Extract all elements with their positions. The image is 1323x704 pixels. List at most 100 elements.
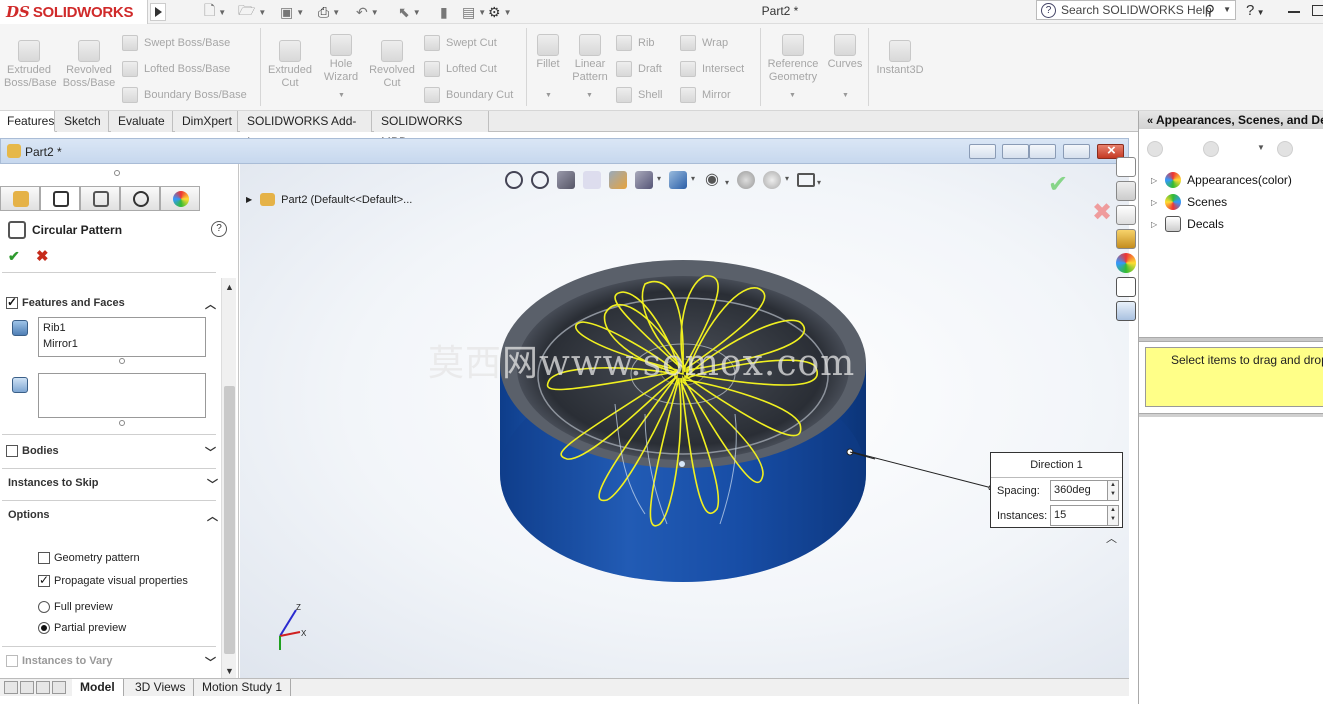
- tab-model[interactable]: Model: [72, 679, 124, 696]
- zoom-to-area-icon[interactable]: [531, 171, 549, 189]
- previous-tab-icon[interactable]: [20, 681, 34, 694]
- view-settings-icon[interactable]: [797, 173, 821, 187]
- menu-expand-arrow-icon[interactable]: [150, 3, 166, 21]
- tree-item-appearances[interactable]: ▷ Appearances(color): [1151, 171, 1292, 189]
- dynamic-annotation-icon[interactable]: [609, 171, 627, 189]
- doc-restore-button[interactable]: [1063, 144, 1090, 159]
- tab-features[interactable]: Features: [0, 111, 55, 132]
- print-icon[interactable]: ⎙ ▼: [318, 2, 340, 22]
- tab-sketch[interactable]: Sketch: [57, 111, 109, 132]
- full-preview-option[interactable]: Full preview: [38, 599, 113, 615]
- linear-pattern-dropdown-icon[interactable]: ▼: [586, 92, 593, 99]
- propagate-visual-option[interactable]: Propagate visual properties: [38, 573, 188, 589]
- ok-button[interactable]: ✔: [8, 248, 20, 265]
- geometry-pattern-checkbox[interactable]: [38, 552, 50, 564]
- features-list[interactable]: Rib1 Mirror1: [38, 317, 206, 357]
- tab-featuremanager[interactable]: [0, 186, 40, 211]
- drag-drop-area[interactable]: Select items to drag and drop: [1145, 347, 1323, 407]
- instances-to-vary-checkbox[interactable]: [6, 655, 18, 667]
- fan-model[interactable]: [495, 254, 875, 594]
- mirror-button[interactable]: Mirror: [680, 86, 731, 104]
- doc-minimize-button[interactable]: [1029, 144, 1056, 159]
- expand-arrow-icon[interactable]: ▷: [1151, 198, 1157, 207]
- full-preview-radio[interactable]: [38, 601, 50, 613]
- reference-geometry-dropdown-icon[interactable]: ▼: [789, 92, 796, 99]
- lofted-cut-button[interactable]: Lofted Cut: [424, 60, 497, 78]
- intersect-button[interactable]: Intersect: [680, 60, 744, 78]
- wrap-button[interactable]: Wrap: [680, 34, 728, 52]
- list-item[interactable]: Rib1: [43, 320, 201, 336]
- reference-geometry-button[interactable]: Reference Geometry: [764, 34, 822, 84]
- tab-propertymanager[interactable]: [40, 186, 80, 211]
- tab-3d-views[interactable]: 3D Views: [127, 679, 195, 696]
- panel-resize-grip[interactable]: [114, 170, 120, 176]
- swept-cut-button[interactable]: Swept Cut: [424, 34, 497, 52]
- scroll-down-icon[interactable]: ▼: [225, 666, 234, 676]
- rebuild-icon[interactable]: ▮: [440, 2, 448, 22]
- revolved-boss-button[interactable]: Revolved Boss/Base: [62, 40, 116, 90]
- geometry-pattern-option[interactable]: Geometry pattern: [38, 550, 140, 566]
- help-icon[interactable]: ?: [211, 221, 227, 237]
- curves-button[interactable]: Curves: [826, 34, 864, 71]
- options-gear-icon[interactable]: ⚙ ▼: [488, 2, 511, 22]
- list-resize-grip[interactable]: [119, 420, 125, 426]
- fillet-dropdown-icon[interactable]: ▼: [545, 92, 552, 99]
- property-manager-scrollbar[interactable]: ▲ ▼: [221, 278, 236, 678]
- propagate-visual-checkbox[interactable]: [38, 573, 50, 587]
- first-tab-icon[interactable]: [4, 681, 18, 694]
- open-document-icon[interactable]: 🗁 ▼: [238, 2, 266, 22]
- maximize-button[interactable]: [1312, 5, 1323, 16]
- hide-show-items-icon[interactable]: ◉: [703, 171, 729, 192]
- features-and-faces-checkbox[interactable]: [6, 295, 18, 309]
- help-search-input[interactable]: ? Search SOLIDWORKS Help ⚲ ▼: [1036, 0, 1236, 20]
- help-button[interactable]: ? ▼: [1246, 2, 1264, 19]
- forum-icon[interactable]: [1116, 301, 1136, 321]
- section-options[interactable]: Options ︿: [8, 505, 218, 525]
- scroll-thumb[interactable]: [224, 386, 235, 654]
- file-properties-icon[interactable]: ▤ ▼: [462, 2, 486, 22]
- list-resize-grip[interactable]: [119, 358, 125, 364]
- undo-icon[interactable]: ↶ ▼: [356, 2, 379, 22]
- spacing-input[interactable]: 360deg: [1050, 480, 1108, 501]
- instances-input[interactable]: 15: [1050, 505, 1108, 526]
- callout-collapse-icon[interactable]: ︿: [1106, 530, 1117, 546]
- search-dropdown-icon[interactable]: ▼: [1223, 5, 1231, 14]
- tab-configurationmanager[interactable]: [80, 186, 120, 211]
- boundary-cut-button[interactable]: Boundary Cut: [424, 86, 513, 104]
- collapse-chevron-icon[interactable]: ︿: [207, 508, 218, 524]
- bodies-checkbox[interactable]: [6, 445, 18, 457]
- add-to-library-icon[interactable]: [1277, 141, 1293, 157]
- edit-appearance-icon[interactable]: [737, 171, 755, 189]
- last-tab-icon[interactable]: [52, 681, 66, 694]
- partial-preview-option[interactable]: Partial preview: [38, 620, 126, 636]
- tab-solidworks-add-ins[interactable]: SOLIDWORKS Add-Ins: [240, 111, 372, 149]
- tile-horizontal-button[interactable]: [1002, 144, 1029, 159]
- draft-button[interactable]: Draft: [616, 60, 662, 78]
- swept-boss-button[interactable]: Swept Boss/Base: [122, 34, 230, 52]
- tree-item-scenes[interactable]: ▷ Scenes: [1151, 193, 1227, 211]
- task-pane-title[interactable]: « Appearances, Scenes, and Decals: [1139, 111, 1323, 129]
- view-orientation-icon[interactable]: [635, 171, 661, 189]
- tab-solidworks-mbd[interactable]: SOLIDWORKS MBD: [374, 111, 489, 149]
- select-icon[interactable]: ⬉ ▼: [398, 2, 421, 22]
- extruded-cut-button[interactable]: Extruded Cut: [264, 40, 316, 90]
- solidworks-logo[interactable]: DS SOLIDWORKS: [0, 0, 148, 24]
- spacing-spinner[interactable]: ▲ ▼: [1107, 480, 1119, 501]
- section-instances-to-vary[interactable]: Instances to Vary ﹀: [6, 651, 216, 671]
- confirmation-corner-cancel-icon[interactable]: ✖: [1092, 198, 1112, 227]
- boundary-boss-button[interactable]: Boundary Boss/Base: [122, 86, 247, 104]
- hole-wizard-dropdown-icon[interactable]: ▼: [338, 92, 345, 99]
- view-palette-icon[interactable]: [1116, 229, 1136, 249]
- linear-pattern-button[interactable]: Linear Pattern: [568, 34, 612, 84]
- back-icon[interactable]: [1147, 141, 1163, 157]
- next-tab-icon[interactable]: [36, 681, 50, 694]
- section-bodies[interactable]: Bodies ﹀: [6, 441, 216, 461]
- file-explorer-icon[interactable]: [1116, 205, 1136, 225]
- tab-displaymanager[interactable]: [160, 186, 200, 211]
- tab-evaluate[interactable]: Evaluate: [111, 111, 173, 132]
- extruded-boss-button[interactable]: Extruded Boss/Base: [4, 40, 57, 90]
- expand-arrow-icon[interactable]: ▷: [1151, 176, 1157, 185]
- lofted-boss-button[interactable]: Lofted Boss/Base: [122, 60, 230, 78]
- tab-dimxpert[interactable]: DimXpert: [175, 111, 238, 132]
- list-item[interactable]: Mirror1: [43, 336, 201, 352]
